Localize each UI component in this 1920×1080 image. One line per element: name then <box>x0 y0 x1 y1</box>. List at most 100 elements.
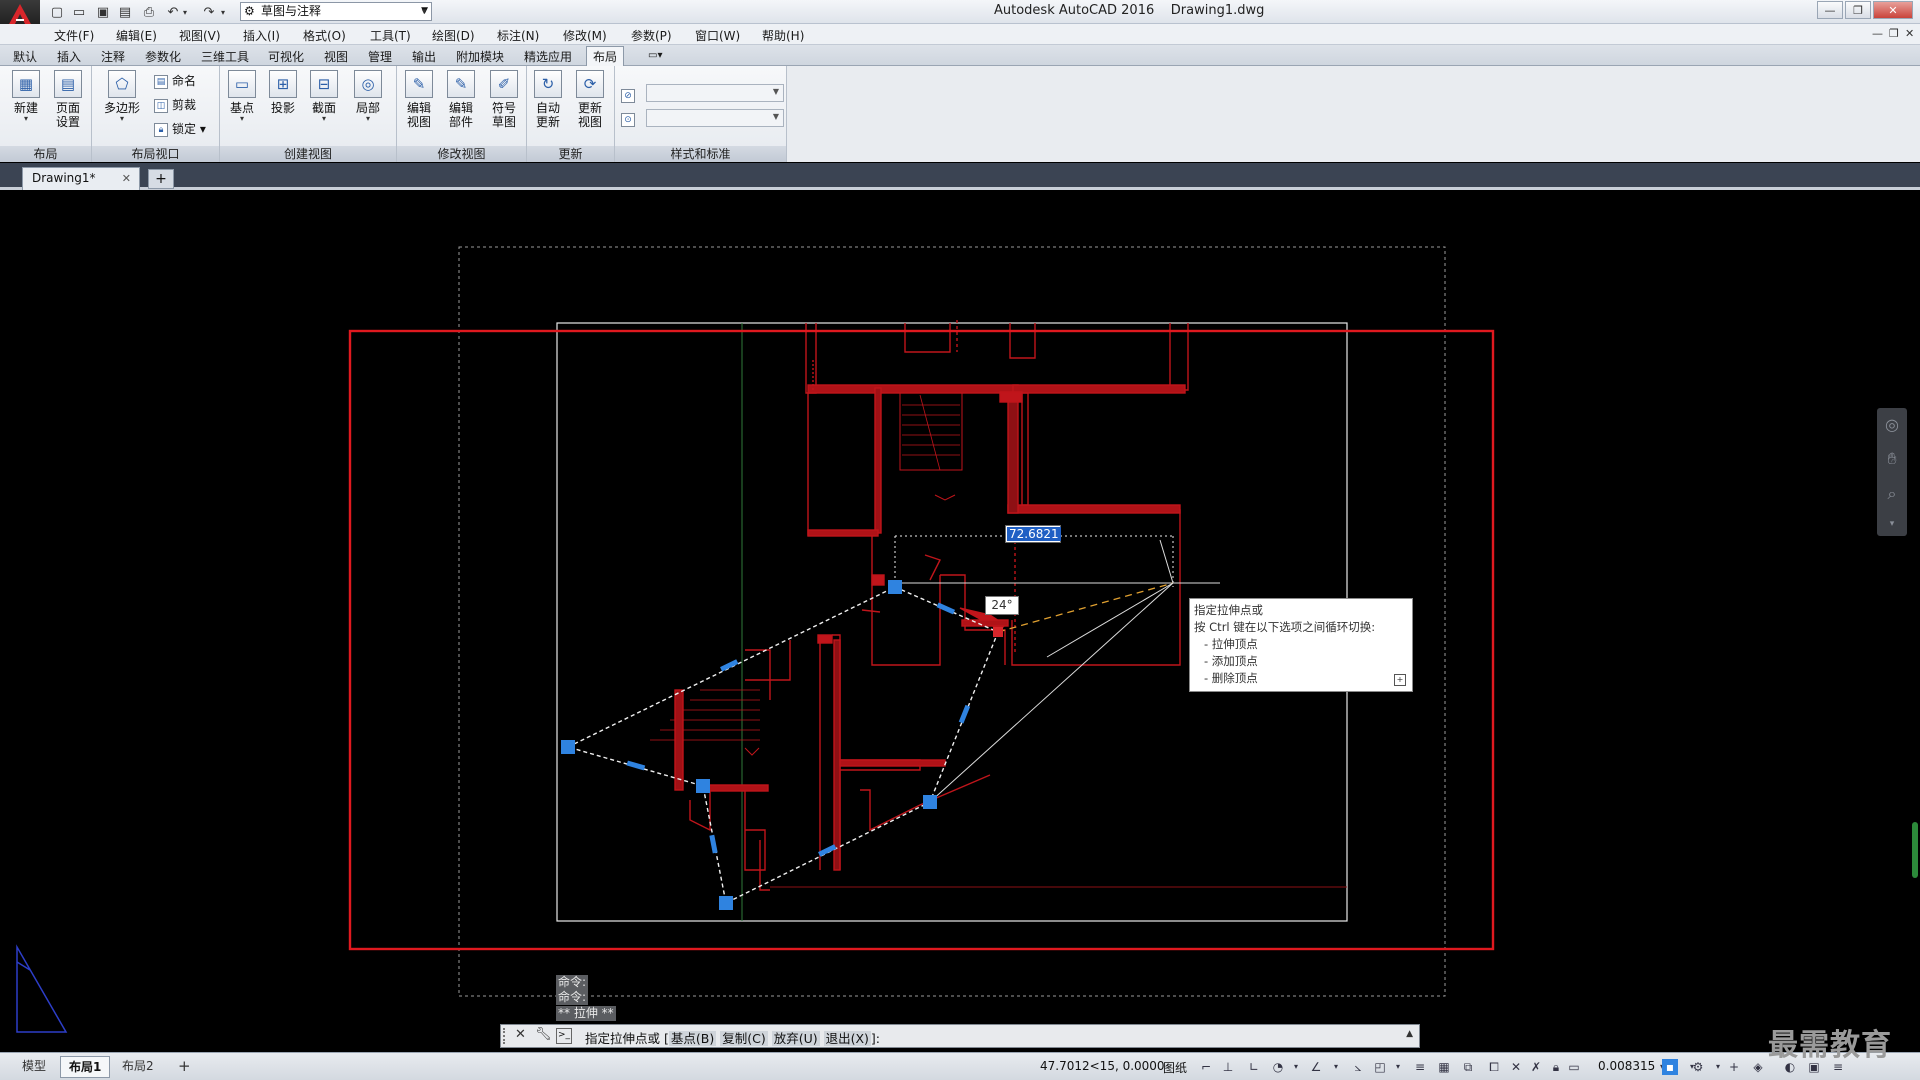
new-tab-button[interactable]: + <box>148 169 174 189</box>
page-setup-button[interactable]: ▤ 页面 设置 <box>48 70 88 129</box>
dimension-input[interactable]: 72.6821 <box>1005 525 1061 543</box>
menu-window[interactable]: 窗口(W) <box>695 27 740 44</box>
auto-scale-icon[interactable]: ✗ <box>1528 1059 1544 1075</box>
close-button[interactable]: ✕ <box>1873 1 1913 19</box>
customize-quick-access-icon[interactable]: ▾ <box>418 3 430 21</box>
chevron-down-icon[interactable]: ▾ <box>1328 1059 1344 1075</box>
new-file-icon[interactable]: ▢ <box>48 3 66 21</box>
save-icon[interactable]: ▣ <box>94 3 112 21</box>
ribbon-minimize-icon[interactable]: ▭▾ <box>648 50 662 61</box>
projected-view-button[interactable]: ⊞ 投影 <box>263 70 303 115</box>
tab-annotate[interactable]: 注释 <box>101 48 125 65</box>
isolate-objects-icon[interactable]: ◈ <box>1750 1059 1766 1075</box>
viewport-scale-icon[interactable]: ▭ <box>1566 1059 1582 1075</box>
infer-constraints-icon[interactable]: ⊥ <box>1220 1059 1236 1075</box>
clip-viewport-button[interactable]: ◫ 剪裁 <box>154 96 196 114</box>
object-snap-tracking-icon[interactable]: ∠ <box>1308 1059 1324 1075</box>
viewport-icon[interactable]: ◰ <box>1372 1059 1388 1075</box>
detail-style-button[interactable]: ⊙ <box>621 110 639 128</box>
tab-manage[interactable]: 管理 <box>368 48 392 65</box>
undo-dropdown-icon[interactable]: ▾ <box>180 3 190 21</box>
detail-view-button[interactable]: ◎ 局部 ▾ <box>348 70 388 123</box>
add-layout-icon[interactable]: + <box>170 1056 199 1076</box>
zoom-icon[interactable]: ⌕ <box>1888 484 1897 504</box>
tab-visualize[interactable]: 可视化 <box>268 48 304 65</box>
annotation-plus-icon[interactable]: + <box>1726 1059 1742 1075</box>
tab-insert[interactable]: 插入 <box>57 48 81 65</box>
paper-space-toggle[interactable]: 图纸 <box>1163 1059 1187 1076</box>
menu-parametric[interactable]: 参数(P) <box>631 27 672 44</box>
coordinate-display[interactable]: 47.7012<15, 0.0000 <box>1040 1059 1165 1073</box>
option-undo[interactable]: 放弃(U) <box>771 1031 820 1046</box>
edit-view-button[interactable]: ✎ 编辑 视图 <box>399 70 439 129</box>
scrollbar-thumb[interactable] <box>1912 822 1918 878</box>
quick-view-icon[interactable]: ▪ <box>1662 1059 1678 1075</box>
steering-wheel-icon[interactable]: ◎ <box>1885 415 1899 434</box>
layout-tab-model[interactable]: 模型 <box>14 1056 54 1076</box>
option-base-point[interactable]: 基点(B) <box>668 1031 717 1046</box>
workspace-select[interactable]: ⚙ 草图与注释 ▼ <box>240 2 432 21</box>
drag-handle-icon[interactable] <box>503 1028 511 1044</box>
command-prompt-icon[interactable]: >_ <box>556 1028 572 1044</box>
print-icon[interactable]: ⎙ <box>140 3 158 21</box>
tab-addins[interactable]: 附加模块 <box>456 48 504 65</box>
polygon-viewport-button[interactable]: ⬠ 多边形 ▾ <box>100 70 144 123</box>
menu-dimension[interactable]: 标注(N) <box>497 27 539 44</box>
chevron-down-icon[interactable]: ▾ <box>1390 1059 1406 1075</box>
option-copy[interactable]: 复制(C) <box>720 1031 768 1046</box>
wrench-icon[interactable]: 🔧︎ <box>535 1027 552 1042</box>
chevron-up-icon[interactable]: ▲ <box>1406 1029 1413 1039</box>
transparency-icon[interactable]: ▦ <box>1436 1059 1452 1075</box>
expand-icon[interactable]: + <box>1394 674 1406 686</box>
lock-viewport-button[interactable]: 🔒︎ 锁定 ▾ <box>154 120 206 138</box>
annotation-visibility-icon[interactable]: ✕ <box>1508 1059 1524 1075</box>
tab-layout[interactable]: 布局 <box>586 46 625 68</box>
open-file-icon[interactable]: ▭ <box>70 3 88 21</box>
layout-tab-layout1[interactable]: 布局1 <box>60 1056 111 1078</box>
chevron-down-icon[interactable]: ▾ <box>1288 1059 1304 1075</box>
redo-dropdown-icon[interactable]: ▾ <box>218 3 228 21</box>
menu-draw[interactable]: 绘图(D) <box>432 27 475 44</box>
doc-minimize-icon[interactable]: — <box>1872 27 1883 40</box>
section-style-button[interactable]: ⊘ <box>621 86 639 104</box>
lock-ui-icon[interactable]: 🔒︎ <box>1548 1059 1564 1075</box>
menu-help[interactable]: 帮助(H) <box>762 27 804 44</box>
workspace-gear-icon[interactable]: ⚙ <box>1690 1059 1706 1075</box>
option-exit[interactable]: 退出(X) <box>823 1031 871 1046</box>
close-icon[interactable]: ✕ <box>515 1027 526 1042</box>
drawing-canvas[interactable] <box>0 193 1920 1045</box>
tab-featured-apps[interactable]: 精选应用 <box>524 48 572 65</box>
menu-view[interactable]: 视图(V) <box>179 27 221 44</box>
symbol-sketch-button[interactable]: ✐ 符号 草图 <box>484 70 524 129</box>
minimize-button[interactable]: — <box>1817 1 1843 19</box>
menu-modify[interactable]: 修改(M) <box>563 27 607 44</box>
selection-cycling-icon[interactable]: ⧉ <box>1460 1059 1476 1075</box>
ortho-icon[interactable]: ∟ <box>1246 1059 1262 1075</box>
section-view-button[interactable]: ⊟ 截面 ▾ <box>304 70 344 123</box>
auto-update-button[interactable]: ↻ 自动 更新 <box>528 70 568 129</box>
pan-icon[interactable]: ✋︎ <box>1887 449 1896 469</box>
snap-icon[interactable]: ⌐ <box>1198 1059 1214 1075</box>
menu-file[interactable]: 文件(F) <box>54 27 94 44</box>
close-icon[interactable]: ✕ <box>122 168 131 189</box>
annotation-monitor-icon[interactable]: ⧠ <box>1486 1059 1502 1075</box>
edit-components-button[interactable]: ✎ 编辑 部件 <box>441 70 481 129</box>
section-style-select[interactable]: ▼ <box>646 84 784 102</box>
menu-insert[interactable]: 插入(I) <box>243 27 280 44</box>
chevron-down-icon[interactable]: ▾ <box>1710 1059 1726 1075</box>
menu-format[interactable]: 格式(O) <box>303 27 346 44</box>
update-view-button[interactable]: ⟳ 更新 视图 <box>570 70 610 129</box>
tab-default[interactable]: 默认 <box>13 48 37 65</box>
save-as-icon[interactable]: ▤ <box>116 3 134 21</box>
file-tab-drawing1[interactable]: Drawing1* ✕ <box>22 167 140 190</box>
viewport-scale-value[interactable]: 0.008315 <box>1598 1059 1655 1073</box>
named-viewport-button[interactable]: ▤ 命名 <box>154 72 196 90</box>
restore-button[interactable]: ❐ <box>1845 1 1871 19</box>
menu-tools[interactable]: 工具(T) <box>370 27 411 44</box>
command-line[interactable]: ✕ 🔧︎ >_ 指定拉伸点或 [基点(B) 复制(C) 放弃(U) 退出(X)]… <box>500 1024 1420 1048</box>
lineweight-icon[interactable]: ≡ <box>1412 1059 1428 1075</box>
new-layout-button[interactable]: ▦ 新建 ▾ <box>6 70 46 123</box>
isometric-icon[interactable]: ⦣ <box>1350 1059 1366 1075</box>
tab-3d-tools[interactable]: 三维工具 <box>201 48 249 65</box>
redo-icon[interactable]: ↷ <box>200 3 218 21</box>
